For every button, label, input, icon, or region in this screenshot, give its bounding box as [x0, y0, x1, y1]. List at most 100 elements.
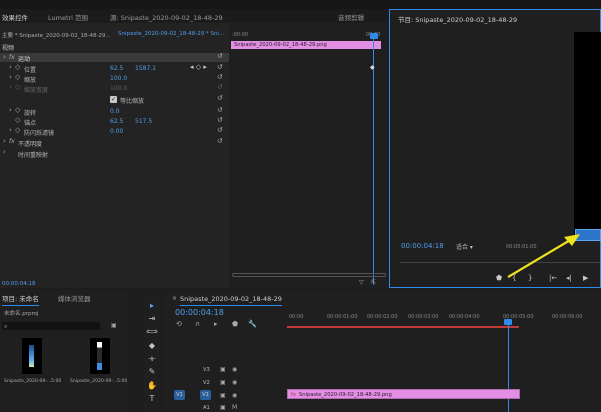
timeline-ruler[interactable]: 00:00 00:00:01:00 00:00:02:00 00:00:03:0…	[287, 308, 601, 328]
effect-controls-tabbar: 效果控件 Lumetri 范围 源: Snipaste_2020-09-02_1…	[0, 9, 229, 25]
timeline-timecode[interactable]: 00:00:04:18	[175, 308, 224, 317]
reset-icon[interactable]: ↺	[217, 127, 223, 134]
reset-icon[interactable]: ↺	[217, 53, 223, 60]
property-value-y[interactable]: 1587.1	[135, 65, 156, 72]
eye-icon[interactable]: ◉	[232, 379, 237, 386]
export-icon[interactable]: ⇱	[371, 279, 376, 286]
project-thumbnail-2[interactable]	[90, 338, 110, 374]
property-value[interactable]: 0.00	[110, 128, 123, 135]
property-name: 位置	[24, 67, 37, 74]
marker-icon[interactable]: ⬟	[232, 321, 238, 328]
reset-icon[interactable]: ↺	[217, 95, 223, 102]
uniform-scale-checkbox[interactable]: ✓	[110, 96, 117, 103]
property-value[interactable]: 100.0	[110, 75, 127, 82]
track-header-a1[interactable]: A1 ▣ M	[163, 403, 287, 412]
timeline-clip[interactable]: fx Snipaste_2020-09-02_18-48-29.png	[287, 389, 520, 399]
reset-icon[interactable]: ↺	[217, 107, 223, 114]
project-search-input[interactable]: ⌕	[2, 322, 100, 330]
type-tool-icon[interactable]: T	[146, 393, 158, 404]
track-select-tool-icon[interactable]: ⇥	[146, 313, 158, 324]
reset-icon[interactable]: ↺	[217, 138, 223, 145]
chevron-right-icon[interactable]: ›	[9, 107, 12, 114]
fx-badge-icon: fx	[291, 392, 296, 398]
reset-icon[interactable]: ↺	[217, 64, 223, 71]
linked-selection-icon[interactable]: ∩	[195, 321, 200, 328]
snap-icon[interactable]: ⟲	[176, 321, 182, 328]
tab-lumetri[interactable]: Lumetri 范围	[48, 12, 88, 22]
motion-row[interactable]: › fx 运动 ↺	[0, 53, 229, 63]
chevron-right-icon[interactable]: ›	[9, 74, 12, 81]
track-header-v2[interactable]: V2 ▣ ◉	[163, 377, 287, 389]
keyframe-nav-icon[interactable]: ◂ ◇ ▸	[190, 64, 207, 71]
property-row-anchor: ◇ 锚点 62.5 517.5 ↺	[0, 117, 229, 128]
pen-tool-icon[interactable]: ✎	[146, 366, 158, 377]
bin-icon[interactable]: ▣	[111, 322, 117, 329]
program-tab[interactable]: 节目: Snipaste_2020-09-02_18-48-29	[398, 14, 517, 24]
stopwatch-icon[interactable]: ◇	[15, 117, 20, 124]
mini-scrollbar[interactable]	[232, 273, 386, 277]
hand-tool-icon[interactable]: ✋	[146, 380, 158, 391]
tab-audio-mixer[interactable]: 音频剪辑	[338, 12, 364, 22]
mute-icon[interactable]: M	[232, 404, 237, 411]
property-value-y[interactable]: 517.5	[135, 118, 152, 125]
stopwatch-icon[interactable]: ◇	[15, 127, 20, 134]
film-icon[interactable]: ▣	[220, 379, 226, 386]
film-icon[interactable]: ▣	[220, 366, 226, 373]
mini-clip[interactable]: Snipaste_2020-09-02_18-48-29.png	[231, 41, 381, 49]
track-header-v3[interactable]: V3 ▣ ◉	[163, 364, 287, 376]
mini-playhead-handle[interactable]	[370, 33, 378, 39]
mini-playhead-line[interactable]	[373, 39, 374, 285]
stopwatch-icon[interactable]: ◇	[15, 64, 20, 71]
track-label: V3	[203, 367, 210, 373]
property-row-uniform-scale: ✓ 等比缩放 ↺	[0, 95, 229, 105]
program-video-frame[interactable]	[574, 32, 601, 241]
fx-icon[interactable]: fx	[9, 54, 15, 61]
eye-icon[interactable]: ◉	[232, 392, 237, 399]
fit-dropdown[interactable]: 适合 ▾	[456, 242, 473, 251]
chevron-right-icon[interactable]: ›	[9, 64, 12, 71]
stopwatch-icon[interactable]: ◇	[15, 74, 20, 81]
reset-icon[interactable]: ↺	[217, 74, 223, 81]
wrench-icon[interactable]: 🔧	[248, 321, 257, 328]
fx-icon[interactable]: fx	[9, 138, 15, 145]
tab-media-browser[interactable]: 媒体浏览器	[58, 293, 91, 303]
work-area-bar[interactable]	[287, 326, 519, 328]
tab-project[interactable]: 项目: 未命名	[2, 293, 39, 306]
tab-effect-controls[interactable]: 效果控件	[2, 12, 28, 25]
annotation-arrow-icon	[507, 234, 580, 278]
stopwatch-icon[interactable]: ◇	[15, 107, 20, 114]
lock-icon[interactable]: ▣	[220, 404, 226, 411]
slip-tool-icon[interactable]: ⟛	[146, 353, 158, 364]
close-icon[interactable]: ×	[172, 295, 177, 302]
opacity-row[interactable]: › fx 不透明度 ↺	[0, 138, 229, 149]
chevron-right-icon[interactable]: ›	[3, 149, 6, 156]
ripple-edit-tool-icon[interactable]: ⟺	[146, 326, 158, 337]
selection-tool-icon[interactable]: ▸	[146, 300, 158, 311]
master-clip-label[interactable]: 主要 * Snipaste_2020-09-02_18-48-29...	[2, 31, 111, 39]
source-patch-v1[interactable]: V1	[174, 390, 185, 400]
tab-sequence[interactable]: Snipaste_2020-09-02_18-48-29	[180, 295, 282, 306]
filter-icon[interactable]: ▽	[359, 279, 364, 286]
razor-tool-icon[interactable]: ◆	[146, 340, 158, 351]
chevron-right-icon[interactable]: ›	[9, 127, 12, 134]
time-remap-row[interactable]: › 时间重映射	[0, 149, 229, 160]
tab-source[interactable]: 源: Snipaste_2020-09-02_18-48-29.png: Sni…	[110, 12, 223, 22]
sequence-clip-label[interactable]: Snipaste_2020-09-02_18-48-29 * Sni...	[118, 31, 226, 37]
add-marker-icon[interactable]: ▸	[214, 321, 218, 328]
project-thumbnail-1[interactable]	[22, 338, 42, 374]
track-header-v1[interactable]: V1 V1 ▣ ◉	[163, 389, 287, 402]
property-value[interactable]: 0.0	[110, 108, 120, 115]
eye-icon[interactable]: ◉	[232, 366, 237, 373]
property-value-x[interactable]: 62.5	[110, 118, 123, 125]
reset-icon[interactable]: ↺	[217, 117, 223, 124]
property-name: 等比缩放	[120, 98, 145, 105]
film-icon[interactable]: ▣	[220, 392, 226, 399]
chevron-right-icon[interactable]: ›	[3, 138, 6, 145]
chevron-down-icon[interactable]: ›	[3, 54, 6, 61]
program-timecode[interactable]: 00:00:04:18	[401, 242, 444, 250]
keyframe-icon[interactable]: ◆	[370, 64, 375, 71]
effect-controls-timecode[interactable]: 00:00:04:18	[2, 281, 36, 287]
track-target-v1[interactable]: V1	[200, 390, 211, 400]
project-item-name: Snipaste_2020-09-...	[4, 379, 52, 384]
property-value-x[interactable]: 62.5	[110, 65, 123, 72]
